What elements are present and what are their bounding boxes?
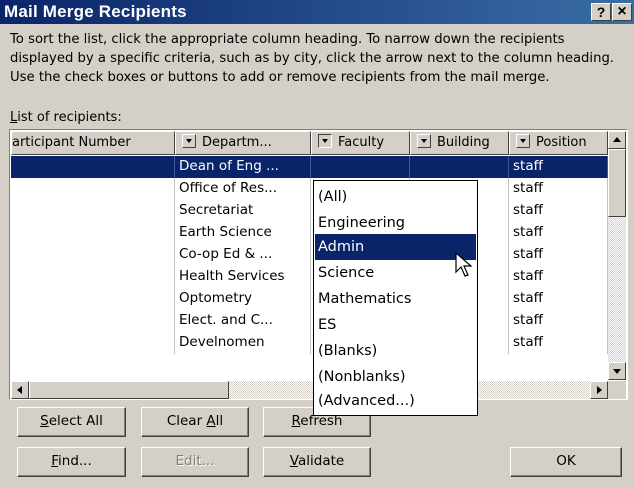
close-button[interactable]: × <box>612 3 632 21</box>
filter-arrow-icon[interactable] <box>182 134 196 148</box>
department-cell: Elect. and C... <box>175 310 311 332</box>
department-cell: Secretariat <box>175 200 311 222</box>
horizontal-scrollbar[interactable] <box>11 381 608 399</box>
column-label: Faculty <box>338 135 385 150</box>
scroll-right-icon[interactable] <box>590 381 608 399</box>
department-cell: Dean of Eng ... <box>175 156 311 178</box>
filter-option-nonblanks[interactable]: (Nonblanks) <box>315 364 476 390</box>
column-label: Position <box>536 135 587 150</box>
position-cell: staff <box>509 200 608 222</box>
mouse-pointer-icon <box>455 252 473 277</box>
participant-number-cell <box>11 288 175 310</box>
instructions-text: To sort the list, click the appropriate … <box>10 32 615 85</box>
horizontal-scroll-thumb[interactable] <box>29 381 229 399</box>
participant-number-cell <box>11 178 175 200</box>
table-row[interactable]: Develnomen staff <box>11 332 608 354</box>
table-row[interactable]: Office of Res... staff <box>11 178 608 200</box>
department-cell: Health Services <box>175 266 311 288</box>
scroll-up-icon[interactable] <box>608 131 626 149</box>
filter-option-advanced[interactable]: (Advanced...) <box>315 388 476 414</box>
position-cell: staff <box>509 332 608 354</box>
department-cell: Develnomen <box>175 332 311 354</box>
filter-option-mathematics[interactable]: Mathematics <box>315 286 476 312</box>
title-bar[interactable]: Mail Merge Recipients ? × <box>0 0 634 24</box>
column-label: Departm... <box>202 135 272 150</box>
window-title: Mail Merge Recipients <box>4 2 187 21</box>
position-cell: staff <box>509 288 608 310</box>
filter-arrow-icon[interactable] <box>516 134 530 148</box>
scroll-down-icon[interactable] <box>608 362 626 380</box>
column-header-faculty[interactable]: Faculty <box>311 131 410 155</box>
mail-merge-recipients-dialog: Mail Merge Recipients ? × To sort the li… <box>0 0 634 488</box>
scrollbar-corner <box>608 381 626 399</box>
position-cell: staff <box>509 178 608 200</box>
faculty-filter-dropdown[interactable]: (All) Engineering Admin Science Mathemat… <box>313 180 478 416</box>
table-row[interactable]: Health Services staff <box>11 266 608 288</box>
filter-option-engineering[interactable]: Engineering <box>315 210 476 236</box>
find-button[interactable]: Find... <box>17 447 126 477</box>
filter-arrow-icon[interactable] <box>318 134 332 148</box>
table-row[interactable]: Dean of Eng ... staff <box>11 156 608 178</box>
select-all-button[interactable]: Select All <box>17 407 126 437</box>
column-header-participant-number[interactable]: articipant Number <box>11 131 175 155</box>
filter-option-blanks[interactable]: (Blanks) <box>315 338 476 364</box>
participant-number-cell <box>11 310 175 332</box>
faculty-cell <box>311 156 410 178</box>
vertical-scrollbar[interactable] <box>608 131 626 380</box>
participant-number-cell <box>11 332 175 354</box>
recipients-grid: articipant Number Departm... Faculty Bui… <box>11 131 608 381</box>
participant-number-cell <box>11 200 175 222</box>
table-row[interactable]: Co-op Ed & ... staff <box>11 244 608 266</box>
position-cell: staff <box>509 222 608 244</box>
filter-option-es[interactable]: ES <box>315 312 476 338</box>
department-cell: Earth Science <box>175 222 311 244</box>
clear-all-button[interactable]: Clear All <box>141 407 249 437</box>
table-row[interactable]: Elect. and C... staff <box>11 310 608 332</box>
participant-number-cell <box>11 222 175 244</box>
column-header-department[interactable]: Departm... <box>175 131 311 155</box>
position-cell: staff <box>509 266 608 288</box>
filter-option-science[interactable]: Science <box>315 260 476 286</box>
ok-button[interactable]: OK <box>510 447 622 477</box>
department-cell: Co-op Ed & ... <box>175 244 311 266</box>
validate-button[interactable]: Validate <box>263 447 371 477</box>
filter-option-all[interactable]: (All) <box>315 184 476 210</box>
column-label: articipant Number <box>12 135 131 150</box>
position-cell: staff <box>509 156 608 178</box>
vertical-scroll-thumb[interactable] <box>608 149 626 217</box>
position-cell: staff <box>509 310 608 332</box>
department-cell: Optometry <box>175 288 311 310</box>
participant-number-cell <box>11 266 175 288</box>
table-row[interactable]: Earth Science staff <box>11 222 608 244</box>
position-cell: staff <box>509 244 608 266</box>
table-row[interactable]: Secretariat staff <box>11 200 608 222</box>
filter-arrow-icon[interactable] <box>417 134 431 148</box>
participant-number-cell <box>11 156 175 178</box>
column-label: Building <box>437 135 490 150</box>
table-row[interactable]: Optometry staff <box>11 288 608 310</box>
column-header-position[interactable]: Position <box>509 131 608 155</box>
filter-option-admin[interactable]: Admin <box>315 234 476 260</box>
building-cell <box>410 156 509 178</box>
help-button[interactable]: ? <box>591 3 611 21</box>
column-header-building[interactable]: Building <box>410 131 509 155</box>
department-cell: Office of Res... <box>175 178 311 200</box>
participant-number-cell <box>11 244 175 266</box>
edit-button[interactable]: Edit... <box>141 447 249 477</box>
list-of-recipients-label: List of recipients: <box>10 110 122 125</box>
scroll-left-icon[interactable] <box>11 381 29 399</box>
